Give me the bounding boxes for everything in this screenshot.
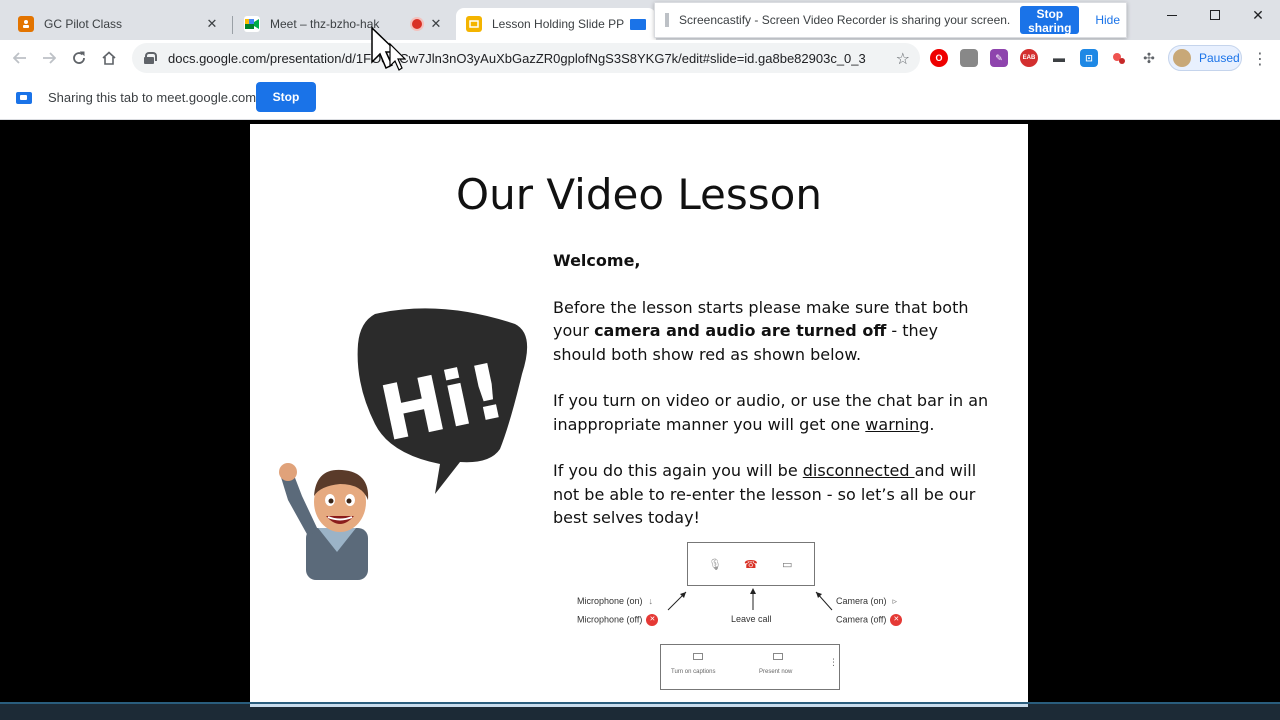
- taskbar: [0, 702, 1280, 720]
- captions-icon: [693, 653, 703, 660]
- tab-lesson-slide[interactable]: Lesson Holding Slide PP - Go: [456, 8, 656, 40]
- back-button[interactable]: [8, 46, 32, 70]
- present-label: Present now: [759, 669, 793, 675]
- recording-icon: [412, 19, 422, 29]
- profile-button[interactable]: Paused: [1168, 45, 1242, 71]
- maximize-icon: [1210, 10, 1220, 20]
- tab-title: GC Pilot Class: [44, 17, 123, 31]
- screen-capture-icon[interactable]: ▬: [1050, 49, 1068, 67]
- screen-share-icon: [16, 92, 32, 104]
- sharing-message: Screencastify - Screen Video Recorder is…: [679, 13, 1011, 27]
- eab-extension-icon[interactable]: EAB: [1020, 49, 1038, 67]
- close-icon[interactable]: ✕: [204, 16, 220, 32]
- profile-status: Paused: [1199, 51, 1240, 65]
- captions-label: Turn on captions: [671, 669, 716, 675]
- tab-sharing-bar: Sharing this tab to meet.google.com Stop: [0, 76, 1280, 120]
- sharing-status: Sharing this tab to meet.google.com: [48, 90, 257, 105]
- address-bar[interactable]: docs.google.com/presentation/d/1FO8...Cw…: [132, 43, 920, 73]
- slide: Our Video Lesson Hi! Welcome, Before the…: [250, 124, 1028, 702]
- reload-icon: [73, 51, 85, 64]
- screen-share-icon: [630, 18, 646, 30]
- minimize-icon: [1167, 14, 1177, 16]
- chat-extension-icon[interactable]: [960, 49, 978, 67]
- presentation-viewport: Our Video Lesson Hi! Welcome, Before the…: [0, 120, 1280, 702]
- screencastify-sharing-notice: Screencastify - Screen Video Recorder is…: [654, 2, 1127, 38]
- forward-button[interactable]: [37, 46, 61, 70]
- minimize-button[interactable]: [1150, 0, 1194, 30]
- forward-arrow-icon: [43, 52, 56, 64]
- extensions-puzzle-icon[interactable]: ✣: [1140, 49, 1158, 67]
- tab-gc-pilot-class[interactable]: GC Pilot Class ✕: [8, 8, 230, 40]
- opera-extension-icon[interactable]: O: [930, 49, 948, 67]
- lock-icon: [144, 52, 157, 64]
- classroom-icon: [18, 16, 34, 32]
- reload-button[interactable]: [67, 46, 91, 70]
- back-arrow-icon: [13, 52, 26, 64]
- mouse-cursor-icon: [371, 26, 406, 71]
- close-window-button[interactable]: ✕: [1236, 0, 1280, 30]
- meet-icon: [244, 16, 260, 32]
- close-icon[interactable]: ✕: [428, 16, 444, 32]
- close-icon: ✕: [1252, 6, 1264, 23]
- tab-separator: [232, 16, 233, 34]
- menu-kebab-icon[interactable]: ⋮: [1252, 49, 1268, 69]
- stop-button[interactable]: Stop: [256, 82, 316, 112]
- present-icon: [773, 653, 783, 660]
- capture-region-icon[interactable]: ⊡: [1080, 49, 1098, 67]
- slides-icon: [466, 16, 482, 32]
- screencastify-extension-icon[interactable]: [1110, 49, 1128, 67]
- url-text: docs.google.com/presentation/d/1FO8...Cw…: [168, 50, 866, 66]
- avatar: [1173, 49, 1191, 67]
- browser-toolbar: docs.google.com/presentation/d/1FO8...Cw…: [0, 40, 1280, 76]
- purple-extension-icon[interactable]: ✎: [990, 49, 1008, 67]
- home-icon: [102, 51, 116, 65]
- tab-meet[interactable]: Meet – thz-bzho-hak ✕: [234, 8, 454, 40]
- tab-title: Lesson Holding Slide PP - Go: [492, 17, 626, 31]
- home-button[interactable]: [97, 46, 121, 70]
- stop-sharing-button[interactable]: Stop sharing: [1020, 6, 1080, 35]
- drag-handle[interactable]: [665, 13, 669, 27]
- meet-bottom-bar-diagram: Turn on captions Present now ⋮: [660, 644, 840, 690]
- bookmark-star-icon[interactable]: ☆: [896, 49, 910, 69]
- diagram-arrows: [667, 588, 833, 611]
- slide-scroll-edge: [250, 704, 1028, 707]
- maximize-button[interactable]: [1193, 0, 1237, 30]
- more-options-icon: ⋮: [829, 657, 838, 667]
- hide-button[interactable]: Hide: [1089, 12, 1126, 28]
